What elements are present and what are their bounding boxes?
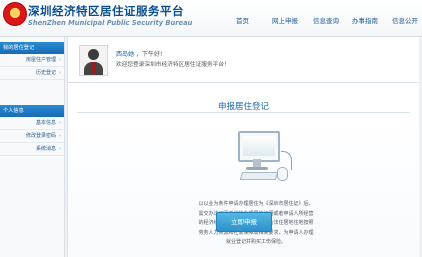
stand-shape — [253, 159, 261, 167]
sidebar-item-change-password[interactable]: 修改登录密码 › — [0, 130, 64, 143]
site-title-cn: 深圳经济特区居住证服务平台 — [28, 4, 184, 18]
apply-now-button[interactable]: 立即申报 — [216, 212, 272, 232]
avatar-head-shape — [88, 49, 99, 60]
nav-service-guide[interactable]: 办事指南 — [352, 15, 378, 25]
sidebar-item-history[interactable]: 历史登记 › — [0, 67, 64, 80]
sidebar: 我的居住登记 房屋住户管理 › 历史登记 › 个人信息 基本信息 › 修改登录密… — [0, 37, 65, 257]
sidebar-heading-residence: 我的居住登记 — [0, 42, 64, 54]
sidebar-heading-personal: 个人信息 — [0, 105, 64, 117]
nav-online-apply[interactable]: 网上申报 — [272, 15, 298, 25]
site-header: 深圳经济特区居住证服务平台 ShenZhen Municipal Public … — [0, 0, 422, 37]
title-divider — [77, 112, 410, 113]
police-emblem-icon — [3, 2, 27, 26]
chevron-right-icon: › — [59, 133, 61, 139]
sidebar-item-basic-info[interactable]: 基本信息 › — [0, 117, 64, 130]
screen-shape — [243, 136, 275, 156]
sidebar-item-label: 历史登记 — [35, 70, 56, 76]
site-title-en: ShenZhen Municipal Public Security Burea… — [28, 19, 193, 27]
welcome-message: 欢迎您登录深圳市经济特区居住证服务平台！ — [116, 62, 230, 68]
nav-info-query[interactable]: 信息查询 — [313, 15, 339, 25]
monitor-shape — [238, 131, 280, 162]
avatar-tie-shape — [92, 62, 96, 74]
mouse-shape — [277, 167, 288, 181]
base-shape — [246, 167, 268, 170]
sidebar-item-label: 系统消息 — [35, 146, 56, 152]
chevron-right-icon: › — [59, 146, 61, 152]
chevron-right-icon: › — [59, 70, 61, 76]
greeting-text: ，下午好! — [136, 51, 163, 58]
section-title: 申报居住登记 — [217, 102, 269, 112]
avatar — [79, 45, 108, 76]
welcome-panel: 西岛她 ，下午好! 欢迎您登录深圳市经济特区居住证服务平台！ — [68, 37, 419, 83]
sidebar-item-label: 基本信息 — [35, 120, 56, 126]
nav-home[interactable]: 首页 — [236, 15, 249, 25]
sidebar-item-label: 房屋住户管理 — [25, 57, 56, 63]
user-name-link[interactable]: 西岛她 — [116, 49, 134, 58]
chevron-right-icon: › — [59, 120, 61, 126]
sidebar-item-system-messages[interactable]: 系统消息 › — [0, 143, 64, 156]
chevron-right-icon: › — [59, 57, 61, 63]
keyboard-shape — [239, 172, 279, 180]
sidebar-item-label: 修改登录密码 — [25, 133, 56, 139]
sidebar-item-household[interactable]: 房屋住户管理 › — [0, 54, 64, 67]
computer-illustration-icon — [230, 129, 294, 183]
nav-info-public[interactable]: 信息公开 — [392, 15, 418, 25]
